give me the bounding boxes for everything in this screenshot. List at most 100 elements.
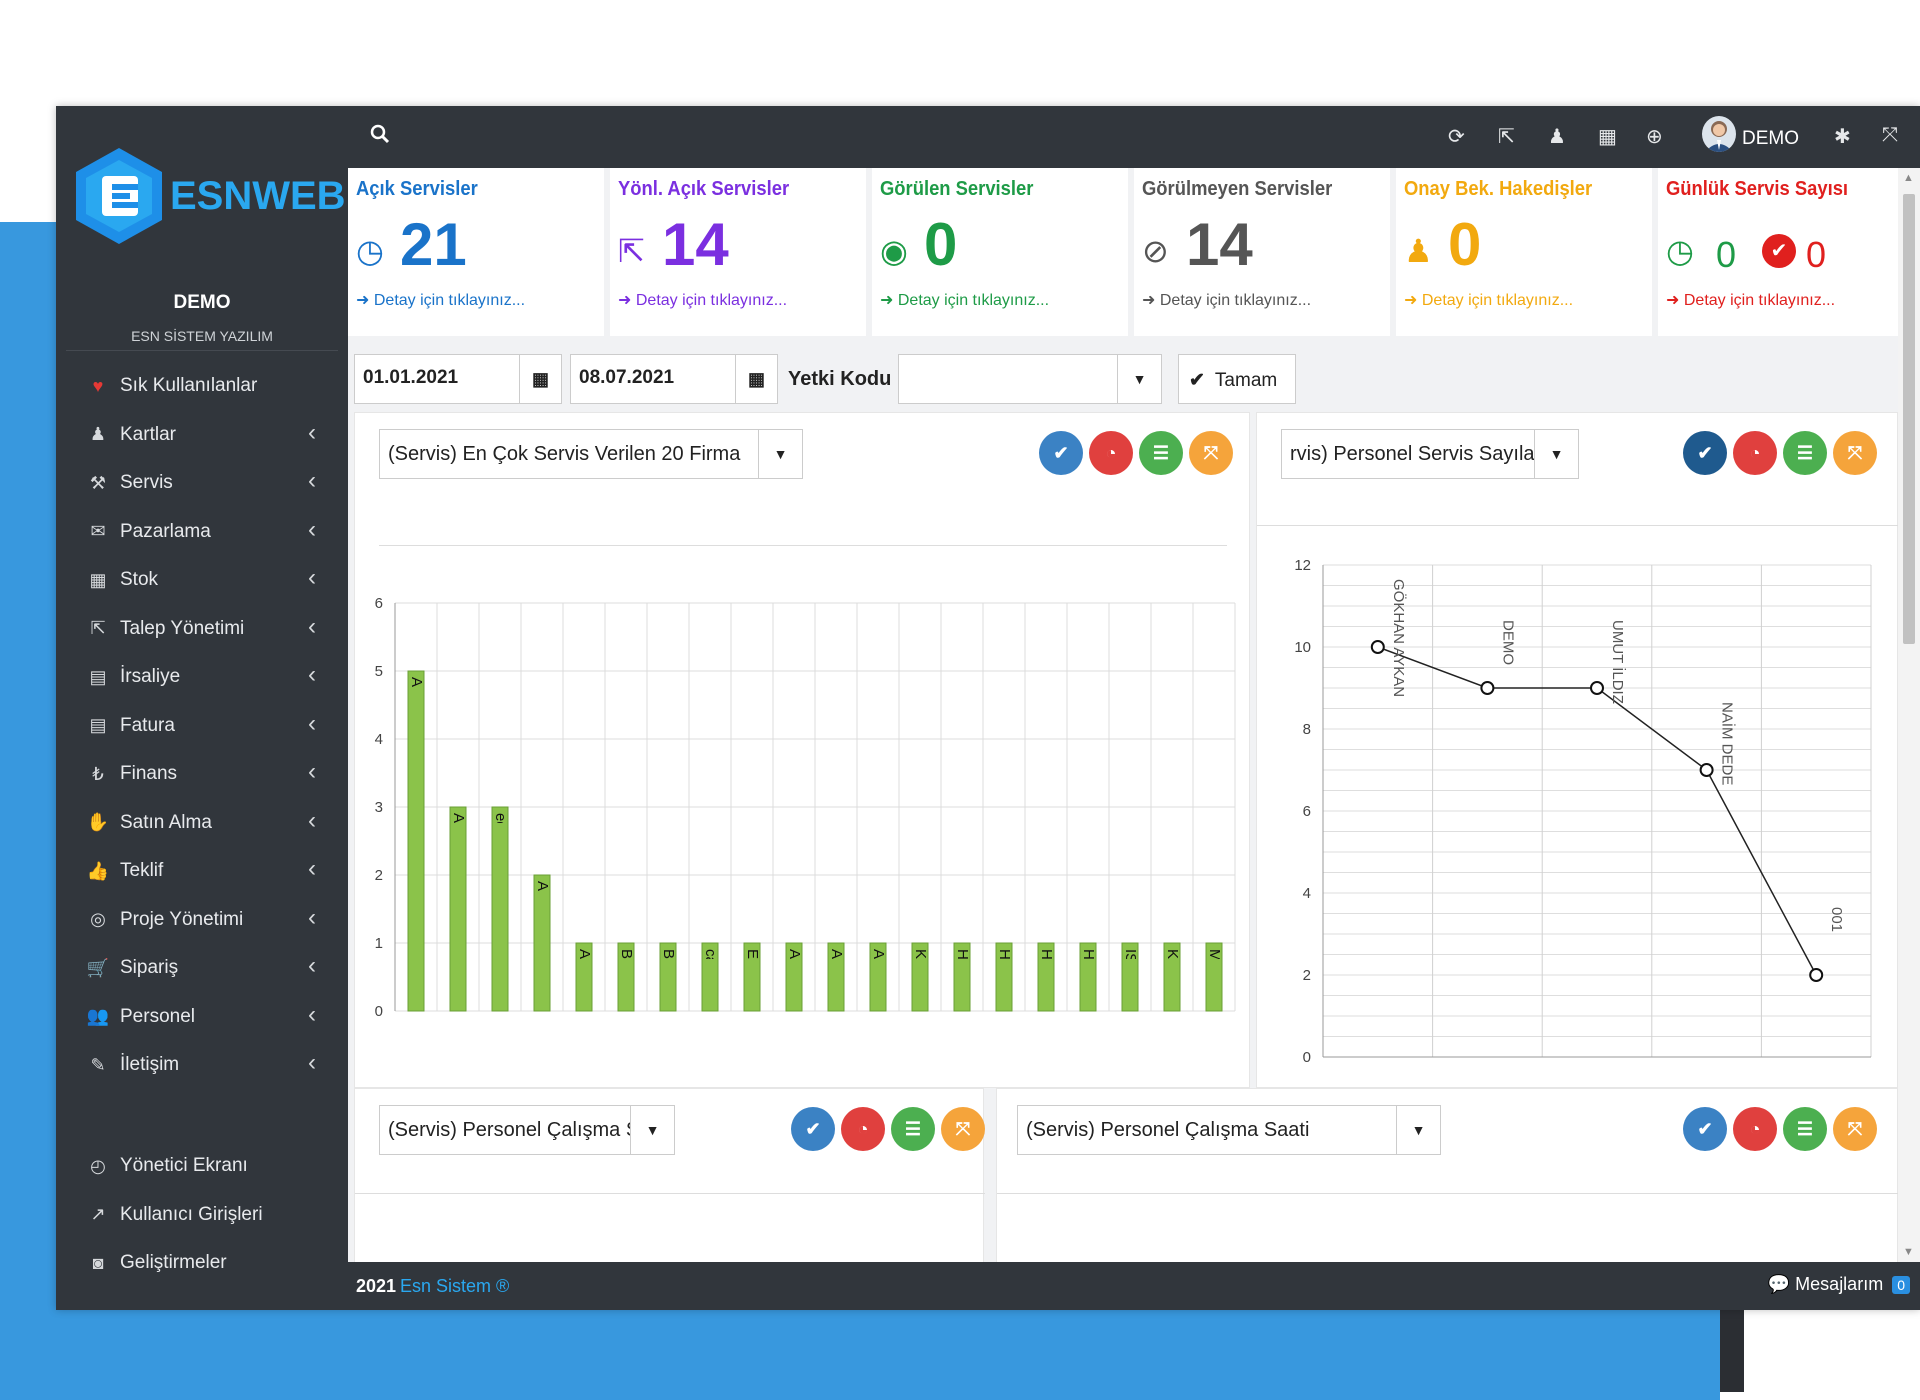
share-icon[interactable]: ⇱ xyxy=(1498,124,1515,149)
stat-detail-label: Detay için tıklayınız... xyxy=(635,292,788,309)
sidebar-item-label: Kartlar xyxy=(120,423,176,445)
bar[interactable] xyxy=(407,670,425,1012)
sidebar-item[interactable]: ⚒ Servis ‹ xyxy=(56,459,348,508)
sidebar-item[interactable]: ✋ Satın Alma ‹ xyxy=(56,799,348,848)
pie-chart-icon: ◔ xyxy=(857,1118,869,1139)
panel-top-firms-select[interactable]: (Servis) En Çok Servis Verilen 20 Firma … xyxy=(379,429,803,479)
bar[interactable] xyxy=(449,806,467,1012)
select-chart-button[interactable]: ✔ xyxy=(1683,1107,1727,1151)
select-chart-button[interactable]: ✔ xyxy=(791,1107,835,1151)
point-label: UMUT İLDIZ xyxy=(1609,620,1627,704)
date-end-field[interactable]: 08.07.2021 ▦ xyxy=(570,354,778,404)
messages-link[interactable]: 💬 Mesajlarım 0 xyxy=(1768,1274,1910,1295)
scroll-up-icon[interactable]: ▲ xyxy=(1903,172,1914,184)
check-icon: ✔ xyxy=(1189,370,1205,391)
data-point[interactable] xyxy=(1590,681,1604,695)
stat-detail-label: Detay için tıklayınız... xyxy=(373,292,526,309)
sidebar-item[interactable]: ♟ Kartlar ‹ xyxy=(56,411,348,460)
select-chart-button[interactable]: ✔ xyxy=(1039,431,1083,475)
fullscreen-icon[interactable]: ⤧ xyxy=(1882,124,1898,147)
sidebar-item[interactable]: ▤ İrsaliye ‹ xyxy=(56,653,348,702)
sidebar-item[interactable]: 👍 Teklif ‹ xyxy=(56,847,348,896)
user-tie-icon[interactable]: ♟ xyxy=(1548,124,1566,149)
bar[interactable] xyxy=(533,874,551,1012)
sidebar-item[interactable]: ✎ İletişim ‹ xyxy=(56,1041,348,1090)
data-point[interactable] xyxy=(1480,681,1495,695)
logo[interactable]: ESNWEB xyxy=(72,146,346,246)
list-button[interactable]: ☰ xyxy=(1139,431,1183,475)
bar[interactable] xyxy=(491,806,509,1012)
pie-chart-button[interactable]: ◔ xyxy=(1733,1107,1777,1151)
refresh-icon[interactable]: ⟳ xyxy=(1448,124,1465,149)
sidebar-item[interactable]: ✉ Pazarlama ‹ xyxy=(56,508,348,557)
stat-detail-link[interactable]: ➜ Detay için tıklayınız... xyxy=(356,290,525,310)
pie-chart-button[interactable]: ◔ xyxy=(841,1107,885,1151)
avatar[interactable] xyxy=(1702,116,1736,152)
scroll-down-icon[interactable]: ▼ xyxy=(1903,1246,1914,1258)
sidebar-item-label: Fatura xyxy=(120,714,175,736)
plus-circle-icon[interactable]: ⊕ xyxy=(1646,124,1663,149)
line-chart: 0 2 4 6 8 10 12 GÖKHAN AYKAN DEMO UMUT İLDIZ NAİM … xyxy=(1294,557,1872,1066)
search-icon[interactable] xyxy=(370,124,390,150)
calendar-icon[interactable]: ▦ xyxy=(735,355,777,403)
sidebar-item[interactable]: ◎ Proje Yönetimi ‹ xyxy=(56,896,348,945)
stat-card[interactable]: Görülmeyen Servisler ⊘ 14 ➜ Detay için tıkl… xyxy=(1134,168,1390,336)
yetki-kodu-select[interactable]: ▼ xyxy=(898,354,1162,404)
sidebar-item[interactable]: 🛒 Sipariş ‹ xyxy=(56,944,348,993)
panel-work-hours-1-select[interactable]: (Servis) Personel Çalışma Sa ▼ xyxy=(379,1105,675,1155)
topbar-user-label[interactable]: DEMO xyxy=(1742,128,1799,150)
sidebar-item[interactable]: ▤ Fatura ‹ xyxy=(56,702,348,751)
expand-button[interactable]: ⤧ xyxy=(1833,1107,1877,1151)
panel-personnel-service-select[interactable]: rvis) Personel Servis Sayıları ▼ xyxy=(1281,429,1579,479)
expand-button[interactable]: ⤧ xyxy=(1833,431,1877,475)
stat-card[interactable]: Yönl. Açık Servisler ⇱ 14 ➜ Detay için tıkl… xyxy=(610,168,866,336)
sidebar-bottom-item[interactable]: ◙ Geliştirmeler xyxy=(56,1239,348,1288)
footer-brand[interactable]: Esn Sistem ® xyxy=(400,1276,509,1297)
calendar-icon[interactable]: ▦ xyxy=(519,355,561,403)
y-tick-label: 4 xyxy=(1303,885,1311,902)
date-start-field[interactable]: 01.01.2021 ▦ xyxy=(354,354,562,404)
pie-chart-button[interactable]: ◔ xyxy=(1089,431,1133,475)
clock-icon: ◷ xyxy=(356,233,384,269)
data-point[interactable] xyxy=(1370,640,1385,654)
calendar-icon[interactable]: ▦ xyxy=(1598,124,1617,149)
stat-card[interactable]: Onay Bek. Hakedişler ♟ 0 ➜ Detay için tıkla… xyxy=(1396,168,1652,336)
stat-card[interactable]: Açık Servisler ◷ 21 ➜ Detay için tıklayınız… xyxy=(348,168,604,336)
stat-card[interactable]: Günlük Servis Sayısı ◷ 0 ✔ 0 ➜ Detay için tık… xyxy=(1658,168,1898,336)
sidebar-item[interactable]: 👥 Personel ‹ xyxy=(56,993,348,1042)
stat-detail-link[interactable]: ➜ Detay için tıklayınız... xyxy=(1142,290,1311,310)
eye-slash-icon: ⊘ xyxy=(1142,233,1169,269)
data-point[interactable] xyxy=(1809,968,1824,982)
stat-detail-link[interactable]: ➜ Detay için tıklayınız... xyxy=(1404,290,1573,310)
panel-work-hours-2-select[interactable]: (Servis) Personel Çalışma Saati ▼ xyxy=(1017,1105,1441,1155)
stat-detail-link[interactable]: ➜ Detay için tıklayınız... xyxy=(880,290,1049,310)
ok-button[interactable]: ✔ Tamam xyxy=(1178,354,1296,404)
data-point[interactable] xyxy=(1699,763,1714,777)
list-button[interactable]: ☰ xyxy=(891,1107,935,1151)
list-button[interactable]: ☰ xyxy=(1783,431,1827,475)
expand-button[interactable]: ⤧ xyxy=(1189,431,1233,475)
sidebar-item[interactable]: ♥ Sık Kullanılanlar xyxy=(56,362,348,411)
stat-title: Yönl. Açık Servisler xyxy=(618,178,790,200)
sidebar-bottom-item[interactable]: ◴ Yönetici Ekranı xyxy=(56,1142,348,1191)
scrollbar[interactable]: ▲ ▼ xyxy=(1898,168,1920,1262)
gear-icon[interactable]: ✱ xyxy=(1834,124,1851,149)
check-circle-icon: ✔ xyxy=(1762,234,1796,268)
sidebar-item[interactable]: ▦ Stok ‹ xyxy=(56,556,348,605)
expand-button[interactable]: ⤧ xyxy=(941,1107,985,1151)
background-shadow xyxy=(1720,1300,1744,1392)
stat-detail-link[interactable]: ➜ Detay için tıklayınız... xyxy=(1666,290,1835,310)
sidebar-item[interactable]: ⇱ Talep Yönetimi ‹ xyxy=(56,605,348,654)
panel-divider xyxy=(379,545,1227,546)
select-chart-button[interactable]: ✔ xyxy=(1683,431,1727,475)
list-button[interactable]: ☰ xyxy=(1783,1107,1827,1151)
expand-icon: ⤧ xyxy=(955,1118,971,1139)
stat-card[interactable]: Görülen Servisler ◉ 0 ➜ Detay için tıklayın… xyxy=(872,168,1128,336)
sidebar-item[interactable]: ₺ Finans ‹ xyxy=(56,750,348,799)
sidebar-bottom-item[interactable]: ↗ Kullanıcı Girişleri xyxy=(56,1191,348,1240)
scrollbar-thumb[interactable] xyxy=(1903,194,1915,644)
stat-detail-link[interactable]: ➜ Detay için tıklayınız... xyxy=(618,290,787,310)
sidebar-item-label: Satın Alma xyxy=(120,811,212,833)
pie-chart-button[interactable]: ◔ xyxy=(1733,431,1777,475)
stat-title: Açık Servisler xyxy=(356,178,478,200)
